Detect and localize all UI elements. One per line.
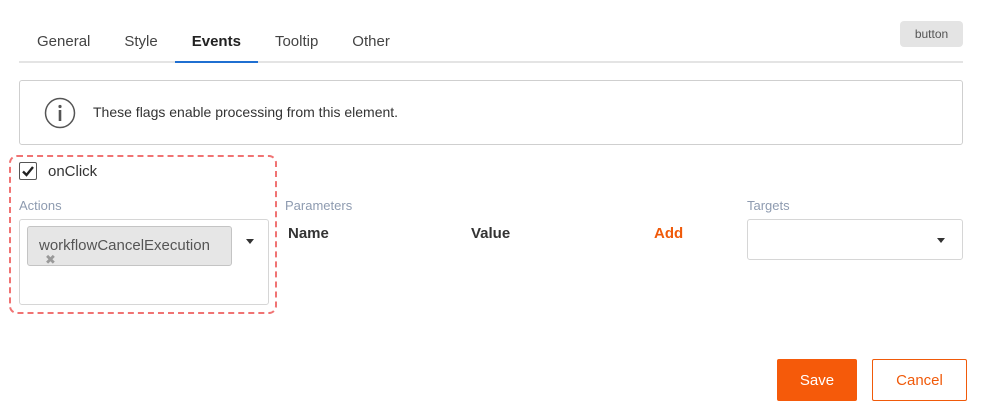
tab-general[interactable]: General [19,22,107,63]
tab-style[interactable]: Style [107,22,174,63]
chevron-down-icon[interactable] [246,239,254,244]
tab-other[interactable]: Other [335,22,407,63]
actions-label: Actions [19,198,62,213]
targets-label: Targets [747,198,790,213]
tab-events[interactable]: Events [174,22,258,63]
tab-bar: General Style Events Tooltip Other [19,22,963,63]
events-editor-panel: General Style Events Tooltip Other butto… [0,0,985,413]
actions-multiselect[interactable]: workflowCancelExecution ✖ [19,219,269,305]
onclick-checkbox[interactable] [19,162,37,180]
save-button[interactable]: Save [777,359,857,401]
info-circle-icon [44,97,76,129]
cancel-button[interactable]: Cancel [872,359,967,401]
chevron-down-icon[interactable] [937,238,945,243]
action-chip: workflowCancelExecution ✖ [27,226,232,266]
parameter-value-header: Value [471,225,511,242]
parameter-name-header: Name [288,225,329,242]
event-name-label: onClick [48,163,98,180]
parameters-label: Parameters [285,198,353,213]
remove-chip-icon[interactable]: ✖ [45,253,56,266]
checkmark-icon [22,166,34,177]
add-parameter-link[interactable]: Add [654,225,683,242]
info-text: These flags enable processing from this … [93,104,399,120]
targets-select[interactable] [747,219,963,260]
info-message: These flags enable processing from this … [19,80,963,145]
tab-tooltip[interactable]: Tooltip [258,22,335,63]
action-chip-label: workflowCancelExecution [39,237,210,254]
element-type-badge: button [900,21,963,47]
